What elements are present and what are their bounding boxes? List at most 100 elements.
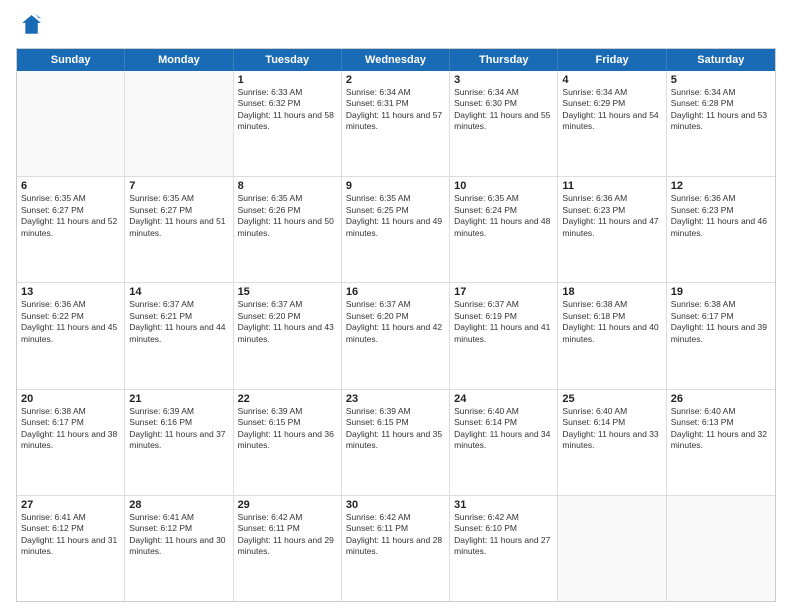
- weekday-header: Sunday: [17, 49, 125, 71]
- calendar-cell: 21Sunrise: 6:39 AMSunset: 6:16 PMDayligh…: [125, 390, 233, 495]
- page: SundayMondayTuesdayWednesdayThursdayFrid…: [0, 0, 792, 612]
- calendar-cell: [667, 496, 775, 601]
- calendar-body: 1Sunrise: 6:33 AMSunset: 6:32 PMDaylight…: [17, 71, 775, 601]
- cell-info: Sunrise: 6:42 AMSunset: 6:11 PMDaylight:…: [346, 512, 445, 558]
- calendar-cell: 13Sunrise: 6:36 AMSunset: 6:22 PMDayligh…: [17, 283, 125, 388]
- cell-info: Sunrise: 6:37 AMSunset: 6:21 PMDaylight:…: [129, 299, 228, 345]
- day-number: 26: [671, 393, 771, 405]
- cell-info: Sunrise: 6:38 AMSunset: 6:17 PMDaylight:…: [21, 406, 120, 452]
- calendar-cell: 19Sunrise: 6:38 AMSunset: 6:17 PMDayligh…: [667, 283, 775, 388]
- calendar-header: SundayMondayTuesdayWednesdayThursdayFrid…: [17, 49, 775, 71]
- day-number: 2: [346, 74, 445, 86]
- day-number: 29: [238, 499, 337, 511]
- day-number: 20: [21, 393, 120, 405]
- cell-info: Sunrise: 6:38 AMSunset: 6:17 PMDaylight:…: [671, 299, 771, 345]
- calendar-cell: 16Sunrise: 6:37 AMSunset: 6:20 PMDayligh…: [342, 283, 450, 388]
- day-number: 19: [671, 286, 771, 298]
- calendar-cell: [558, 496, 666, 601]
- calendar-cell: [125, 71, 233, 176]
- calendar-cell: 27Sunrise: 6:41 AMSunset: 6:12 PMDayligh…: [17, 496, 125, 601]
- cell-info: Sunrise: 6:37 AMSunset: 6:20 PMDaylight:…: [238, 299, 337, 345]
- calendar-cell: [17, 71, 125, 176]
- cell-info: Sunrise: 6:35 AMSunset: 6:27 PMDaylight:…: [129, 193, 228, 239]
- day-number: 21: [129, 393, 228, 405]
- cell-info: Sunrise: 6:39 AMSunset: 6:16 PMDaylight:…: [129, 406, 228, 452]
- cell-info: Sunrise: 6:34 AMSunset: 6:30 PMDaylight:…: [454, 87, 553, 133]
- weekday-header: Friday: [558, 49, 666, 71]
- calendar-cell: 8Sunrise: 6:35 AMSunset: 6:26 PMDaylight…: [234, 177, 342, 282]
- day-number: 22: [238, 393, 337, 405]
- cell-info: Sunrise: 6:36 AMSunset: 6:23 PMDaylight:…: [671, 193, 771, 239]
- calendar-cell: 14Sunrise: 6:37 AMSunset: 6:21 PMDayligh…: [125, 283, 233, 388]
- calendar-cell: 4Sunrise: 6:34 AMSunset: 6:29 PMDaylight…: [558, 71, 666, 176]
- cell-info: Sunrise: 6:34 AMSunset: 6:29 PMDaylight:…: [562, 87, 661, 133]
- cell-info: Sunrise: 6:35 AMSunset: 6:27 PMDaylight:…: [21, 193, 120, 239]
- cell-info: Sunrise: 6:42 AMSunset: 6:10 PMDaylight:…: [454, 512, 553, 558]
- day-number: 28: [129, 499, 228, 511]
- calendar-cell: 23Sunrise: 6:39 AMSunset: 6:15 PMDayligh…: [342, 390, 450, 495]
- weekday-header: Monday: [125, 49, 233, 71]
- day-number: 27: [21, 499, 120, 511]
- calendar-cell: 6Sunrise: 6:35 AMSunset: 6:27 PMDaylight…: [17, 177, 125, 282]
- day-number: 9: [346, 180, 445, 192]
- weekday-header: Saturday: [667, 49, 775, 71]
- cell-info: Sunrise: 6:35 AMSunset: 6:24 PMDaylight:…: [454, 193, 553, 239]
- day-number: 6: [21, 180, 120, 192]
- calendar-cell: 20Sunrise: 6:38 AMSunset: 6:17 PMDayligh…: [17, 390, 125, 495]
- day-number: 24: [454, 393, 553, 405]
- day-number: 16: [346, 286, 445, 298]
- day-number: 31: [454, 499, 553, 511]
- weekday-header: Tuesday: [234, 49, 342, 71]
- cell-info: Sunrise: 6:34 AMSunset: 6:28 PMDaylight:…: [671, 87, 771, 133]
- calendar-cell: 10Sunrise: 6:35 AMSunset: 6:24 PMDayligh…: [450, 177, 558, 282]
- logo: [16, 12, 48, 40]
- cell-info: Sunrise: 6:34 AMSunset: 6:31 PMDaylight:…: [346, 87, 445, 133]
- calendar-cell: 2Sunrise: 6:34 AMSunset: 6:31 PMDaylight…: [342, 71, 450, 176]
- calendar-cell: 31Sunrise: 6:42 AMSunset: 6:10 PMDayligh…: [450, 496, 558, 601]
- cell-info: Sunrise: 6:40 AMSunset: 6:13 PMDaylight:…: [671, 406, 771, 452]
- cell-info: Sunrise: 6:40 AMSunset: 6:14 PMDaylight:…: [454, 406, 553, 452]
- calendar-week-row: 1Sunrise: 6:33 AMSunset: 6:32 PMDaylight…: [17, 71, 775, 177]
- calendar: SundayMondayTuesdayWednesdayThursdayFrid…: [16, 48, 776, 602]
- day-number: 14: [129, 286, 228, 298]
- calendar-cell: 5Sunrise: 6:34 AMSunset: 6:28 PMDaylight…: [667, 71, 775, 176]
- calendar-cell: 18Sunrise: 6:38 AMSunset: 6:18 PMDayligh…: [558, 283, 666, 388]
- day-number: 1: [238, 74, 337, 86]
- day-number: 15: [238, 286, 337, 298]
- day-number: 5: [671, 74, 771, 86]
- calendar-cell: 22Sunrise: 6:39 AMSunset: 6:15 PMDayligh…: [234, 390, 342, 495]
- weekday-header: Thursday: [450, 49, 558, 71]
- cell-info: Sunrise: 6:39 AMSunset: 6:15 PMDaylight:…: [346, 406, 445, 452]
- day-number: 30: [346, 499, 445, 511]
- calendar-cell: 17Sunrise: 6:37 AMSunset: 6:19 PMDayligh…: [450, 283, 558, 388]
- calendar-cell: 3Sunrise: 6:34 AMSunset: 6:30 PMDaylight…: [450, 71, 558, 176]
- cell-info: Sunrise: 6:39 AMSunset: 6:15 PMDaylight:…: [238, 406, 337, 452]
- cell-info: Sunrise: 6:35 AMSunset: 6:25 PMDaylight:…: [346, 193, 445, 239]
- calendar-cell: 1Sunrise: 6:33 AMSunset: 6:32 PMDaylight…: [234, 71, 342, 176]
- calendar-cell: 26Sunrise: 6:40 AMSunset: 6:13 PMDayligh…: [667, 390, 775, 495]
- calendar-week-row: 13Sunrise: 6:36 AMSunset: 6:22 PMDayligh…: [17, 283, 775, 389]
- calendar-cell: 15Sunrise: 6:37 AMSunset: 6:20 PMDayligh…: [234, 283, 342, 388]
- calendar-cell: 28Sunrise: 6:41 AMSunset: 6:12 PMDayligh…: [125, 496, 233, 601]
- calendar-week-row: 27 Sunrise: 6:41 AMSunset: 6:12 PMDayligh…: [17, 496, 775, 601]
- logo-icon: [16, 12, 44, 40]
- day-number: 3: [454, 74, 553, 86]
- day-number: 7: [129, 180, 228, 192]
- day-number: 4: [562, 74, 661, 86]
- calendar-cell: 9Sunrise: 6:35 AMSunset: 6:25 PMDaylight…: [342, 177, 450, 282]
- calendar-cell: 12Sunrise: 6:36 AMSunset: 6:23 PMDayligh…: [667, 177, 775, 282]
- day-number: 11: [562, 180, 661, 192]
- calendar-cell: 7Sunrise: 6:35 AMSunset: 6:27 PMDaylight…: [125, 177, 233, 282]
- day-number: 25: [562, 393, 661, 405]
- cell-info: Sunrise: 6:33 AMSunset: 6:32 PMDaylight:…: [238, 87, 337, 133]
- day-number: 23: [346, 393, 445, 405]
- cell-info: Sunrise: 6:37 AMSunset: 6:19 PMDaylight:…: [454, 299, 553, 345]
- cell-info: Sunrise: 6:41 AMSunset: 6:12 PMDaylight:…: [129, 512, 228, 558]
- cell-info: Sunrise: 6:42 AMSunset: 6:11 PMDaylight:…: [238, 512, 337, 558]
- day-number: 18: [562, 286, 661, 298]
- cell-info: Sunrise: 6:36 AMSunset: 6:22 PMDaylight:…: [21, 299, 120, 345]
- day-number: 10: [454, 180, 553, 192]
- calendar-week-row: 6Sunrise: 6:35 AMSunset: 6:27 PMDaylight…: [17, 177, 775, 283]
- day-number: 12: [671, 180, 771, 192]
- calendar-cell: 24Sunrise: 6:40 AMSunset: 6:14 PMDayligh…: [450, 390, 558, 495]
